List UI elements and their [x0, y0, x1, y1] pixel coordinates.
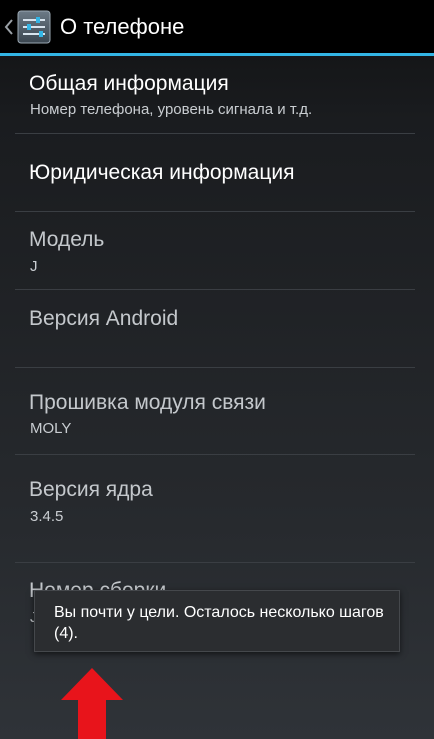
pref-item-baseband-version: Прошивка модуля связи MOLY	[0, 368, 434, 455]
toast-message: Вы почти у цели. Осталось несколько шаго…	[34, 590, 400, 652]
pref-title: Версия Android	[29, 307, 179, 330]
settings-screen: О телефоне Общая информация Номер телефо…	[0, 0, 434, 739]
pref-item-android-version[interactable]: Версия Android	[0, 290, 434, 367]
pref-item-model: Модель J	[0, 212, 434, 290]
pref-summary: J	[30, 258, 38, 275]
toast-text: Вы почти у цели. Осталось несколько шаго…	[54, 604, 384, 642]
action-bar: О телефоне	[0, 0, 434, 53]
pref-title: Юридическая информация	[29, 161, 295, 184]
page-title: О телефоне	[60, 14, 185, 39]
pref-title: Версия ядра	[29, 478, 153, 501]
pref-title: Модель	[29, 228, 105, 251]
pref-item-kernel-version: Версия ядра 3.4.5	[0, 455, 434, 562]
chevron-left-icon[interactable]	[3, 15, 15, 39]
pref-title: Прошивка модуля связи	[29, 391, 266, 414]
settings-sliders-icon[interactable]	[16, 9, 52, 45]
pref-item-legal-info[interactable]: Юридическая информация	[0, 134, 434, 211]
pref-title: Общая информация	[29, 72, 229, 95]
red-up-arrow-icon	[60, 668, 124, 739]
pref-summary: Номер телефона, уровень сигнала и т.д.	[30, 101, 313, 118]
pref-summary: MOLY	[30, 420, 72, 437]
pref-item-general-info[interactable]: Общая информация Номер телефона, уровень…	[0, 56, 434, 134]
pref-summary: 3.4.5	[30, 508, 64, 525]
